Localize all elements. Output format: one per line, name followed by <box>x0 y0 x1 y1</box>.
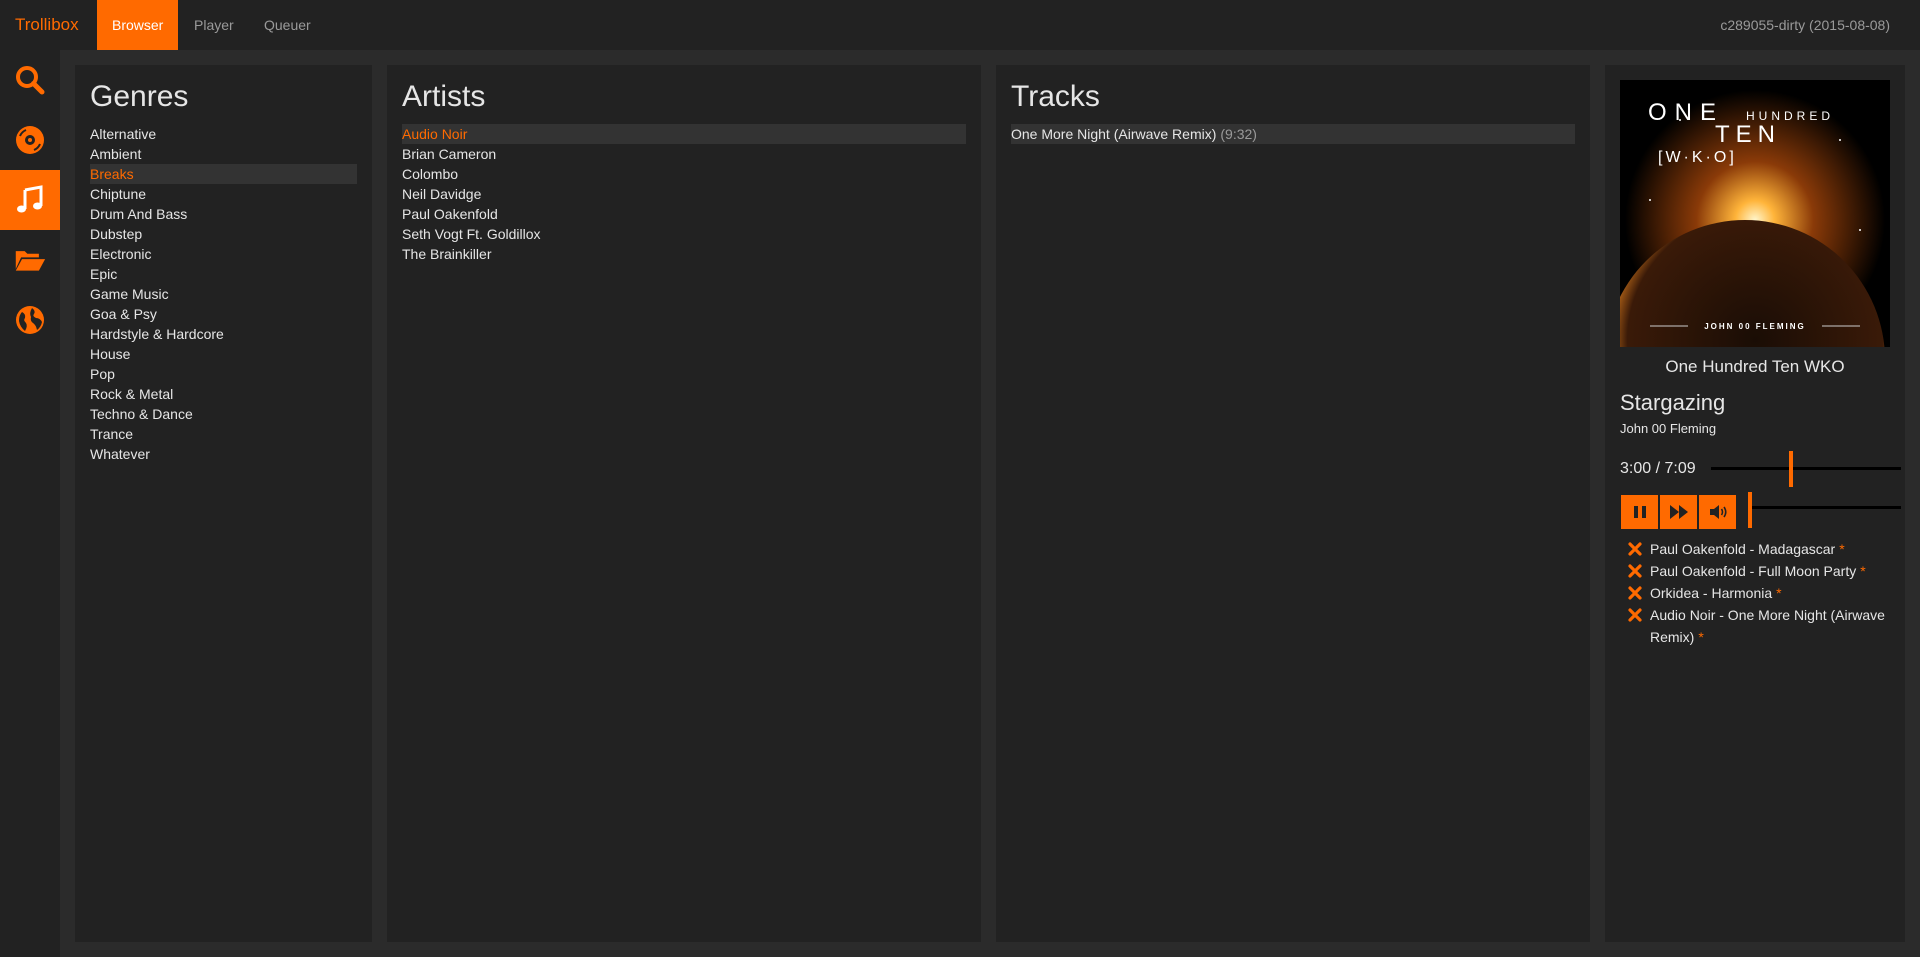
artist-item[interactable]: Seth Vogt Ft. Goldillox <box>402 224 966 244</box>
globe-icon <box>16 306 44 334</box>
queue-item-mark: * <box>1698 629 1704 645</box>
tracks-heading: Tracks <box>1011 80 1100 113</box>
pause-icon <box>1633 506 1646 518</box>
cover-line3: [W·K·O] <box>1658 149 1737 166</box>
sidebar-item-genres[interactable] <box>0 170 60 230</box>
artists-heading: Artists <box>402 80 486 113</box>
artist-item-selected[interactable]: Audio Noir <box>402 124 966 144</box>
next-button[interactable] <box>1660 495 1697 529</box>
genre-item-selected[interactable]: Breaks <box>90 164 357 184</box>
sidebar-item-streams[interactable] <box>0 290 60 350</box>
queue-item-mark: * <box>1839 541 1845 557</box>
genre-item[interactable]: Chiptune <box>90 184 357 204</box>
album-title: One Hundred Ten WKO <box>1665 357 1845 376</box>
artist-item[interactable]: Paul Oakenfold <box>402 204 966 224</box>
tab-browser[interactable]: Browser <box>97 0 179 50</box>
queue-item-label: Audio Noir - One More Night (Airwave Rem… <box>1650 607 1885 645</box>
queue-item: Audio Noir - One More Night (Airwave Rem… <box>1620 604 1905 648</box>
song-artist: John 00 Fleming <box>1620 421 1717 436</box>
genre-item[interactable]: Whatever <box>90 444 357 464</box>
remove-icon[interactable] <box>1628 586 1642 600</box>
queue-item-mark: * <box>1860 563 1866 579</box>
genres-panel: Genres Alternative Ambient Breaks Chiptu… <box>75 65 372 942</box>
volume-bar[interactable] <box>1750 506 1901 509</box>
queue-item: Paul Oakenfold - Madagascar * <box>1620 538 1905 560</box>
genre-item[interactable]: Goa & Psy <box>90 304 357 324</box>
artist-item[interactable]: Neil Davidge <box>402 184 966 204</box>
cover-line2: TEN <box>1715 121 1781 148</box>
time-display: 3:00 / 7:09 <box>1620 460 1696 477</box>
search-icon <box>16 66 45 95</box>
tracks-list: One More Night (Airwave Remix) (9:32) <box>1011 124 1575 144</box>
genre-item[interactable]: Dubstep <box>90 224 357 244</box>
seek-bar[interactable] <box>1711 467 1901 470</box>
brand-link[interactable]: Trollibox <box>15 0 79 50</box>
mute-button[interactable] <box>1699 495 1736 529</box>
player-panel: ONE HUNDRED TEN [W·K·O] JOHN 00 FLEMING … <box>1605 65 1905 942</box>
track-title: One More Night (Airwave Remix) <box>1011 126 1217 142</box>
artists-list: Audio Noir Brian Cameron Colombo Neil Da… <box>402 124 966 264</box>
top-navbar: Trollibox Browser Player Queuer c289055-… <box>0 0 1920 50</box>
genre-item[interactable]: Trance <box>90 424 357 444</box>
remove-icon[interactable] <box>1628 542 1642 556</box>
genres-list: Alternative Ambient Breaks Chiptune Drum… <box>90 124 357 464</box>
volume-icon <box>1709 505 1727 519</box>
cover-line1: ONE <box>1648 99 1724 126</box>
artist-item[interactable]: The Brainkiller <box>402 244 966 264</box>
queue-item-label: Paul Oakenfold - Madagascar <box>1650 541 1836 557</box>
queue-item: Orkidea - Harmonia * <box>1620 582 1905 604</box>
artist-item[interactable]: Colombo <box>402 164 966 184</box>
tab-queuer[interactable]: Queuer <box>249 0 326 50</box>
folder-open-icon <box>15 251 46 271</box>
queue-item: Paul Oakenfold - Full Moon Party * <box>1620 560 1905 582</box>
remove-icon[interactable] <box>1628 608 1642 622</box>
volume-handle[interactable] <box>1748 492 1752 528</box>
sidebar-item-search[interactable] <box>0 50 60 110</box>
sidebar-item-albums[interactable] <box>0 110 60 170</box>
queue-list: Paul Oakenfold - Madagascar * Paul Oakenf… <box>1620 538 1905 648</box>
version-label: c289055-dirty (2015-08-08) <box>1720 17 1890 33</box>
genre-item[interactable]: Alternative <box>90 124 357 144</box>
queue-item-mark: * <box>1776 585 1782 601</box>
genre-item[interactable]: Electronic <box>90 244 357 264</box>
tracks-panel: Tracks One More Night (Airwave Remix) (9:… <box>996 65 1590 942</box>
genre-item[interactable]: Pop <box>90 364 357 384</box>
tab-player[interactable]: Player <box>179 0 249 50</box>
queue-item-label: Orkidea - Harmonia <box>1650 585 1773 601</box>
track-duration: (9:32) <box>1220 126 1257 142</box>
album-cover: ONE HUNDRED TEN [W·K·O] JOHN 00 FLEMING <box>1620 80 1890 347</box>
seek-handle[interactable] <box>1788 451 1793 487</box>
song-title: Stargazing <box>1620 390 1726 415</box>
genres-heading: Genres <box>90 80 189 113</box>
queue-item-label: Paul Oakenfold - Full Moon Party <box>1650 563 1857 579</box>
genre-item[interactable]: Epic <box>90 264 357 284</box>
genre-item[interactable]: House <box>90 344 357 364</box>
remove-icon[interactable] <box>1628 564 1642 578</box>
sidebar-item-files[interactable] <box>0 230 60 290</box>
genre-item[interactable]: Techno & Dance <box>90 404 357 424</box>
genre-item[interactable]: Ambient <box>90 144 357 164</box>
fast-forward-icon <box>1669 505 1688 519</box>
genre-item[interactable]: Hardstyle & Hardcore <box>90 324 357 344</box>
track-item[interactable]: One More Night (Airwave Remix) (9:32) <box>1011 124 1575 144</box>
music-note-icon <box>17 185 43 213</box>
genre-item[interactable]: Drum And Bass <box>90 204 357 224</box>
artists-panel: Artists Audio Noir Brian Cameron Colombo… <box>387 65 981 942</box>
disc-icon <box>16 126 44 154</box>
genre-item[interactable]: Game Music <box>90 284 357 304</box>
artist-item[interactable]: Brian Cameron <box>402 144 966 164</box>
pause-button[interactable] <box>1621 495 1658 529</box>
sidebar <box>0 50 60 957</box>
genre-item[interactable]: Rock & Metal <box>90 384 357 404</box>
cover-artist: JOHN 00 FLEMING <box>1704 322 1806 331</box>
